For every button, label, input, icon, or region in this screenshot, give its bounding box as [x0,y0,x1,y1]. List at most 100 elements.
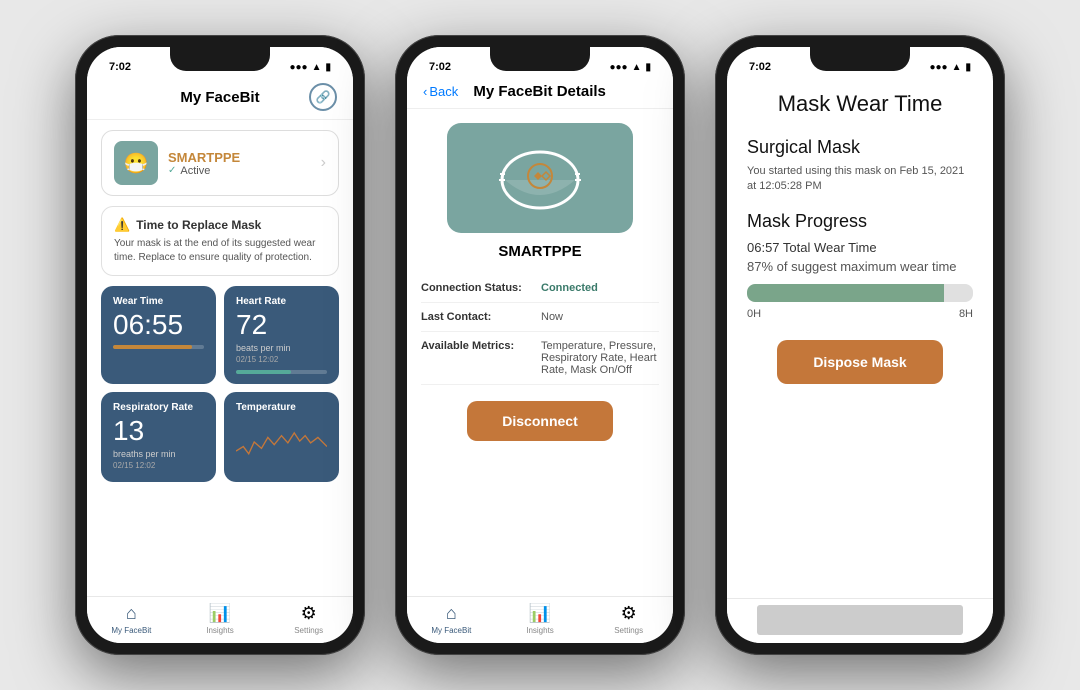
p3-progress-title: Mask Progress [747,211,973,232]
wear-time-card[interactable]: Wear Time 06:55 [101,286,216,384]
wifi-icon-2: ▲ [632,62,642,73]
notch-2 [490,47,590,71]
tab-myfacebit-1[interactable]: ⌂ My FaceBit [87,603,176,635]
progress-start-label: 0H [747,308,761,320]
back-chevron-icon: ‹ [423,84,427,99]
heart-rate-bar [236,370,291,374]
p3-pct-label: 87% of suggest maximum wear time [747,259,973,274]
phone-2: 7:02 ●●● ▲ ▮ ‹ Back My FaceBit Details [395,35,685,655]
warning-text: Your mask is at the end of its suggested… [114,237,326,265]
back-label: Back [429,84,458,99]
device-thumb: 😷 [114,141,158,185]
warning-title-text: Time to Replace Mask [136,218,261,232]
p3-screen-title: Mask Wear Time [747,91,973,117]
tab-insights-1[interactable]: 📊 Insights [176,603,265,635]
tab-myfacebit-2[interactable]: ⌂ My FaceBit [407,603,496,635]
signal-icon-2: ●●● [609,62,627,73]
warning-title: ⚠️ Time to Replace Mask [114,217,326,233]
screen-content-3: Mask Wear Time Surgical Mask You started… [727,77,993,598]
tab-label-myfacebit-2: My FaceBit [431,626,471,635]
warning-icon: ⚠️ [114,217,130,233]
resp-rate-date: 02/15 12:02 [113,461,204,470]
device-image [447,123,633,233]
device-card[interactable]: 😷 SMARTPPE ✓ Active › [101,130,339,196]
device-status-text: Active [180,165,210,177]
connection-status-row: Connection Status: Connected [421,274,659,303]
screen-content-1: 😷 SMARTPPE ✓ Active › ⚠️ Time to Replace… [87,120,353,596]
resp-rate-value: 13 [113,417,204,445]
signal-icon: ●●● [289,62,307,73]
tab-bar-2: ⌂ My FaceBit 📊 Insights ⚙ Settings [407,596,673,643]
resp-rate-label: Respiratory Rate [113,402,204,413]
wear-time-label: Wear Time [113,296,204,307]
progress-bar-container [747,284,973,302]
phone-3: 7:02 ●●● ▲ ▮ Mask Wear Time Surgical Mas… [715,35,1005,655]
tab-insights-2[interactable]: 📊 Insights [496,603,585,635]
settings-icon-1: ⚙ [301,603,317,624]
device-status: ✓ Active [168,165,311,177]
screen-1: 7:02 ●●● ▲ ▮ My FaceBit 🔗 😷 SMARTPPE ✓ [87,47,353,643]
details-table: Connection Status: Connected Last Contac… [421,274,659,385]
available-metrics-row: Available Metrics: Temperature, Pressure… [421,332,659,385]
progress-labels: 0H 8H [747,308,973,320]
temperature-card[interactable]: Temperature [224,392,339,482]
last-contact-value: Now [541,311,659,323]
device-name: SMARTPPE [168,150,311,165]
screen-content-2: SMARTPPE Connection Status: Connected La… [407,109,673,596]
available-metrics-value: Temperature, Pressure, Respiratory Rate,… [541,340,659,376]
chevron-right-icon: › [321,154,326,172]
tab-bar-1: ⌂ My FaceBit 📊 Insights ⚙ Settings [87,596,353,643]
nav-title-2: My FaceBit Details [458,83,621,100]
notch-1 [170,47,270,71]
nav-title-1: My FaceBit [131,89,309,106]
p3-wear-time: 06:57 Total Wear Time [747,240,973,255]
back-button[interactable]: ‹ Back [423,84,458,99]
heart-rate-bar-container [236,370,327,374]
phone-1: 7:02 ●●● ▲ ▮ My FaceBit 🔗 😷 SMARTPPE ✓ [75,35,365,655]
wear-time-bar-container [113,345,204,349]
battery-icon-3: ▮ [965,62,971,73]
heart-rate-date: 02/15 12:02 [236,355,327,364]
status-time-1: 7:02 [109,61,131,73]
resp-rate-card[interactable]: Respiratory Rate 13 breaths per min 02/1… [101,392,216,482]
status-icons-1: ●●● ▲ ▮ [289,62,331,73]
tab-label-settings-1: Settings [294,626,323,635]
insights-icon-1: 📊 [209,603,231,624]
link-icon[interactable]: 🔗 [309,83,337,111]
wifi-icon-3: ▲ [952,62,962,73]
insights-icon-2: 📊 [529,603,551,624]
dispose-button[interactable]: Dispose Mask [777,340,943,384]
wifi-icon: ▲ [312,62,322,73]
temperature-label: Temperature [236,402,327,413]
available-metrics-label: Available Metrics: [421,340,541,376]
battery-icon: ▮ [325,62,331,73]
warning-card: ⚠️ Time to Replace Mask Your mask is at … [101,206,339,276]
nav-bar-2: ‹ Back My FaceBit Details [407,77,673,109]
tab-label-insights-2: Insights [526,626,554,635]
screen-3: 7:02 ●●● ▲ ▮ Mask Wear Time Surgical Mas… [727,47,993,643]
p3-content: Mask Wear Time Surgical Mask You started… [727,77,993,398]
tab-settings-1[interactable]: ⚙ Settings [264,603,353,635]
status-icons-3: ●●● ▲ ▮ [929,62,971,73]
temperature-chart [236,417,327,467]
heart-rate-unit: beats per min [236,343,327,353]
device-name-p2: SMARTPPE [407,243,673,260]
progress-bar-fill [747,284,944,302]
heart-rate-value: 72 [236,311,327,339]
settings-icon-2: ⚙ [621,603,637,624]
last-contact-label: Last Contact: [421,311,541,323]
heart-rate-label: Heart Rate [236,296,327,307]
tab-bar-3 [727,598,993,643]
last-contact-row: Last Contact: Now [421,303,659,332]
device-info: SMARTPPE ✓ Active [168,150,311,177]
progress-end-label: 8H [959,308,973,320]
signal-icon-3: ●●● [929,62,947,73]
disconnect-button[interactable]: Disconnect [467,401,613,441]
status-time-3: 7:02 [749,61,771,73]
home-icon-2: ⌂ [446,603,457,624]
tab-settings-2[interactable]: ⚙ Settings [584,603,673,635]
tab-label-myfacebit-1: My FaceBit [111,626,151,635]
p3-mask-section-title: Surgical Mask [747,137,973,158]
mask-svg [495,138,585,218]
heart-rate-card[interactable]: Heart Rate 72 beats per min 02/15 12:02 [224,286,339,384]
